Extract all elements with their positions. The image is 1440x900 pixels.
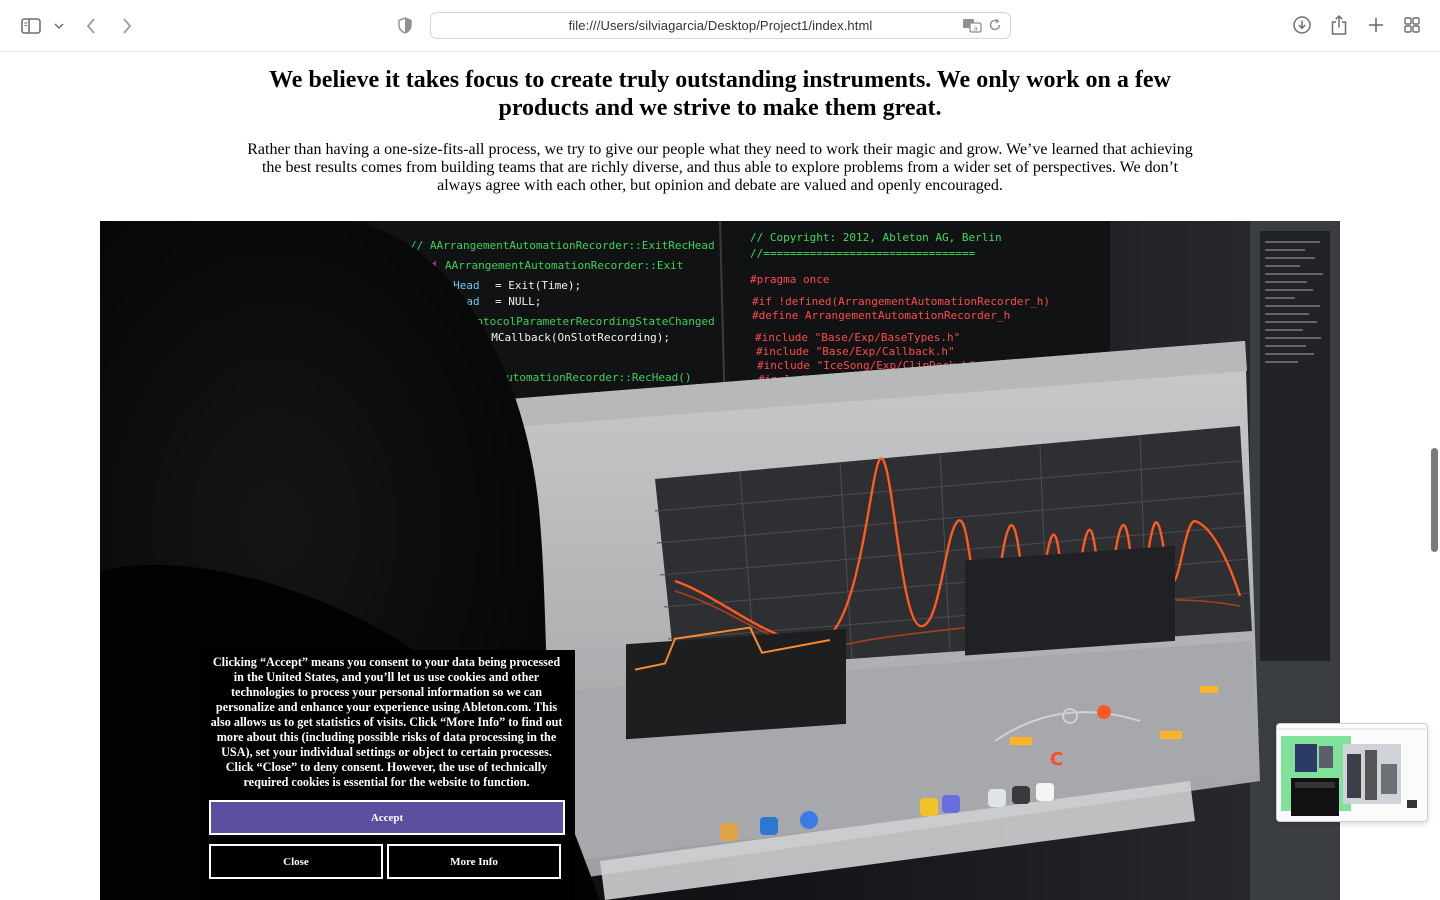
svg-text:#define ArrangementAutomationR: #define ArrangementAutomationRecorder_h	[752, 309, 1010, 322]
page-scrollbar[interactable]	[1431, 448, 1438, 552]
svg-text:#if !defined(ArrangementAutoma: #if !defined(ArrangementAutomationRecord…	[752, 295, 1050, 308]
forward-icon[interactable]	[120, 16, 134, 36]
sidebar-icon[interactable]	[20, 16, 42, 36]
chevron-down-icon[interactable]	[53, 20, 65, 32]
svg-text:#pragma once: #pragma once	[750, 273, 829, 286]
more-info-button[interactable]: More Info	[387, 844, 561, 879]
svg-text:C: C	[1050, 749, 1063, 770]
shield-icon[interactable]	[397, 16, 413, 34]
page-headline: We believe it takes focus to create trul…	[269, 67, 1171, 121]
page-body-text: Rather than having a one-size-fits-all p…	[247, 141, 1193, 194]
new-tab-icon[interactable]	[1367, 16, 1385, 34]
accept-button[interactable]: Accept	[209, 800, 565, 835]
svg-text:#include "Base/Exp/Callback.h": #include "Base/Exp/Callback.h"	[756, 345, 955, 358]
svg-text:, MCallback(OnSlotRecording);: , MCallback(OnSlotRecording);	[478, 331, 670, 344]
back-icon[interactable]	[84, 16, 98, 36]
close-button[interactable]: Close	[209, 844, 383, 879]
browser-toolbar: file:///Users/silviagarcia/Desktop/Proje…	[0, 0, 1440, 52]
tab-overview-icon[interactable]	[1403, 16, 1421, 34]
download-icon[interactable]	[1292, 15, 1312, 35]
svg-text:a: a	[973, 25, 977, 33]
svg-text:// Copyright: 2012, Ableton AG: // Copyright: 2012, Ableton AG, Berlin	[750, 231, 1002, 244]
share-icon[interactable]	[1330, 14, 1348, 36]
picture-in-picture-preview[interactable]	[1276, 723, 1428, 822]
reload-icon[interactable]	[988, 18, 1002, 37]
svg-text://============================: //================================	[750, 247, 976, 260]
pip-thumbnail-image	[1277, 724, 1427, 821]
svg-text:= Exit(Time);: = Exit(Time);	[495, 279, 581, 292]
svg-text:#include "Base/Exp/BaseTypes.h: #include "Base/Exp/BaseTypes.h"	[755, 331, 960, 344]
page-content: We believe it takes focus to create trul…	[0, 53, 1440, 900]
svg-text:= NULL;: = NULL;	[495, 295, 541, 308]
cookie-consent-text: Clicking “Accept” means you consent to y…	[210, 655, 563, 789]
url-text: file:///Users/silviagarcia/Desktop/Proje…	[568, 18, 873, 33]
svg-text:// AArrangementAutomationRecor: // AArrangementAutomationRecorder::ExitR…	[410, 239, 715, 252]
address-bar[interactable]: file:///Users/silviagarcia/Desktop/Proje…	[430, 12, 1011, 39]
translate-icon[interactable]: a	[962, 17, 982, 38]
svg-text:AArrangementAutomationRecorder: AArrangementAutomationRecorder::Exit	[445, 259, 683, 272]
cookie-banner: Clicking “Accept” means you consent to y…	[200, 650, 575, 900]
